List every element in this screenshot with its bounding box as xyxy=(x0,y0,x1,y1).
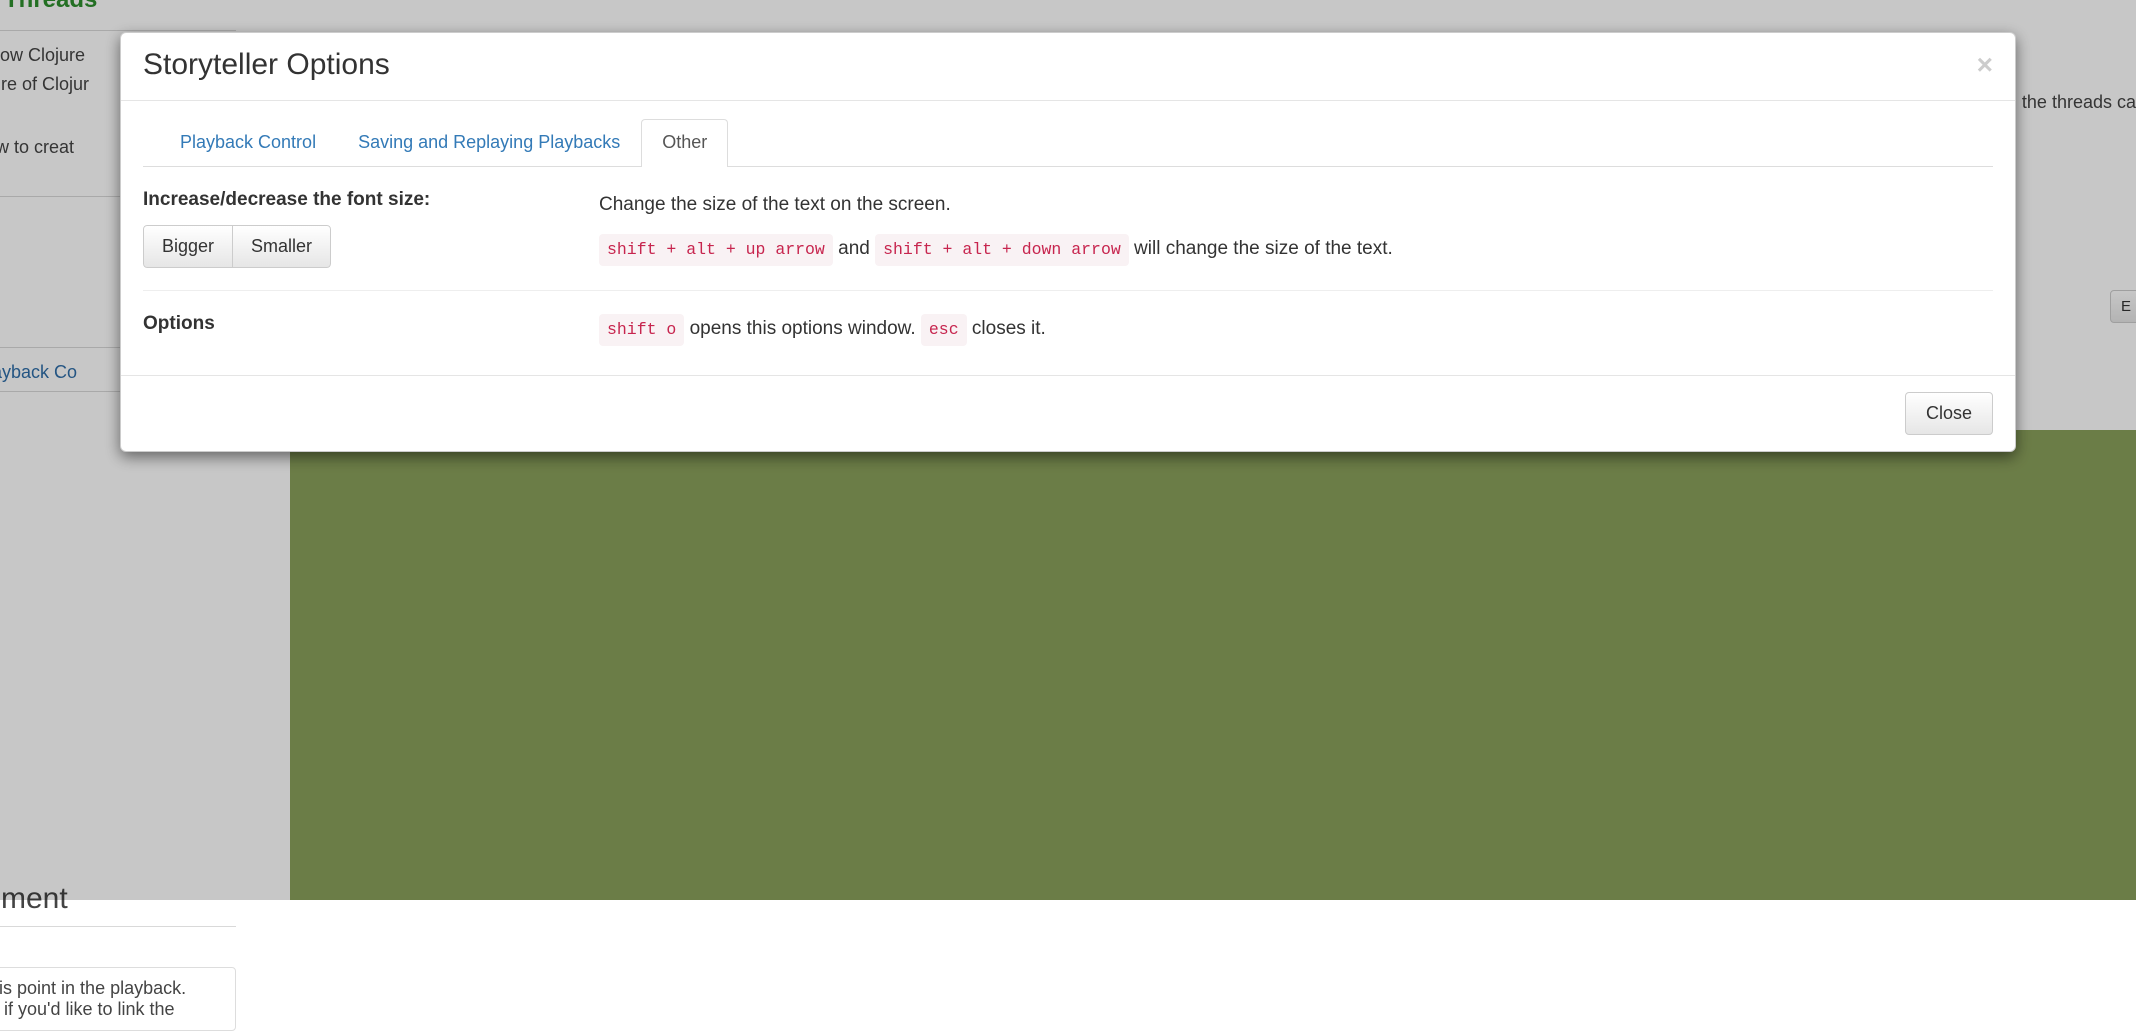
keyboard-shortcut: shift o xyxy=(599,314,684,346)
option-description: shift o opens this options window. esc c… xyxy=(599,313,1993,349)
bigger-button[interactable]: Bigger xyxy=(143,225,233,268)
option-description: Change the size of the text on the scree… xyxy=(599,189,1993,268)
option-row-font-size: Increase/decrease the font size: Bigger … xyxy=(143,185,1993,290)
option-desc-line: Change the size of the text on the scree… xyxy=(599,189,1993,221)
bg-card: his point in the playback. e if you'd li… xyxy=(0,967,236,1031)
modal-header: Storyteller Options × xyxy=(121,33,2015,101)
option-label: Increase/decrease the font size: xyxy=(143,189,563,211)
option-desc-text: opens this options window. xyxy=(684,318,921,339)
keyboard-shortcut: shift + alt + down arrow xyxy=(875,234,1129,266)
modal-title: Storyteller Options xyxy=(143,48,390,82)
modal-footer: Close xyxy=(121,375,2015,451)
tab-playback-control[interactable]: Playback Control xyxy=(159,119,337,167)
option-desc-text: closes it. xyxy=(967,318,1046,339)
close-button[interactable]: Close xyxy=(1905,392,1993,435)
close-icon[interactable]: × xyxy=(1977,51,1993,79)
modal-body: Playback Control Saving and Replaying Pl… xyxy=(121,101,2015,375)
tab-saving-replaying[interactable]: Saving and Replaying Playbacks xyxy=(337,119,641,167)
option-label: Options xyxy=(143,313,563,335)
bg-card-line: e if you'd like to link the xyxy=(0,999,223,1020)
modal-backdrop[interactable]: Storyteller Options × Playback Control S… xyxy=(0,0,2136,900)
keyboard-shortcut: esc xyxy=(921,314,967,346)
smaller-button[interactable]: Smaller xyxy=(232,225,331,268)
bg-card-line: his point in the playback. xyxy=(0,978,223,999)
option-desc-text: and xyxy=(833,238,875,259)
tab-other[interactable]: Other xyxy=(641,119,728,167)
tablist: Playback Control Saving and Replaying Pl… xyxy=(143,119,1993,167)
font-size-button-group: Bigger Smaller xyxy=(143,225,331,268)
option-desc-text: will change the size of the text. xyxy=(1129,238,1393,259)
option-row-options: Options shift o opens this options windo… xyxy=(143,290,1993,371)
options-modal: Storyteller Options × Playback Control S… xyxy=(120,32,2016,452)
keyboard-shortcut: shift + alt + up arrow xyxy=(599,234,833,266)
